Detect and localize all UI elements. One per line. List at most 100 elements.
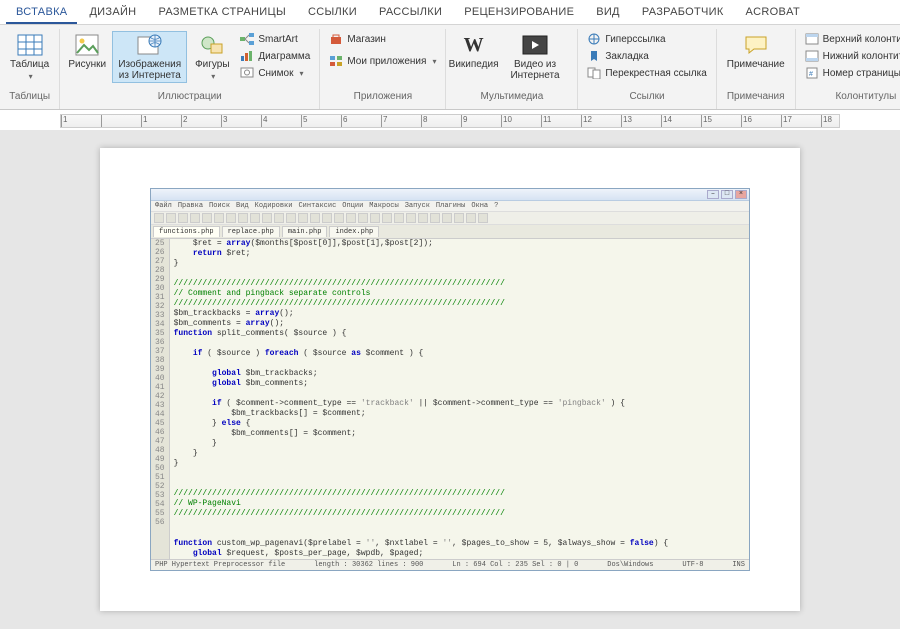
comment-button[interactable]: Примечание [723, 31, 789, 72]
video-label: Видео из Интернета [503, 59, 568, 81]
editor-code-area[interactable]: 2526272829303132333435363738394041424344… [151, 239, 749, 559]
online-picture-icon [136, 33, 164, 57]
editor-menu-item[interactable]: Файл [155, 202, 172, 210]
editor-tool-button[interactable] [154, 213, 164, 223]
editor-menu-item[interactable]: Вид [236, 202, 249, 210]
bookmark-label: Закладка [605, 51, 648, 62]
table-button[interactable]: Таблица ▾ [6, 31, 53, 83]
editor-tool-button[interactable] [202, 213, 212, 223]
editor-tool-button[interactable] [334, 213, 344, 223]
screenshot-button[interactable]: Снимок▾ [237, 65, 313, 81]
ribbon-tabs: ВСТАВКАДИЗАЙНРАЗМЕТКА СТРАНИЦЫССЫЛКИРАСС… [0, 0, 900, 25]
editor-toolbar[interactable] [151, 212, 749, 225]
editor-tool-button[interactable] [466, 213, 476, 223]
online-video-button[interactable]: Видео из Интернета [499, 31, 572, 83]
chart-label: Диаграмма [258, 51, 310, 62]
ribbon-tab[interactable]: ДИЗАЙН [79, 2, 146, 24]
wikipedia-button[interactable]: W Википедия [452, 31, 494, 72]
minimize-icon[interactable]: – [707, 190, 719, 199]
group-media: W Википедия Видео из Интернета Мультимед… [446, 29, 578, 109]
store-button[interactable]: Магазин [326, 31, 439, 47]
group-apps: Магазин Мои приложения▾ Приложения [320, 29, 446, 109]
crossref-button[interactable]: Перекрестная ссылка [584, 65, 709, 81]
editor-titlebar: – □ × [151, 189, 749, 201]
editor-menu-item[interactable]: ? [494, 202, 498, 210]
editor-file-tab[interactable]: functions.php [153, 226, 220, 237]
editor-tool-button[interactable] [190, 213, 200, 223]
maximize-icon[interactable]: □ [721, 190, 733, 199]
pictures-button[interactable]: Рисунки [66, 31, 108, 72]
footer-button[interactable]: Нижний колонтитул▾ [802, 48, 900, 64]
bookmark-button[interactable]: Закладка [584, 48, 709, 64]
editor-tool-button[interactable] [286, 213, 296, 223]
editor-tool-button[interactable] [358, 213, 368, 223]
editor-tool-button[interactable] [274, 213, 284, 223]
editor-menu-item[interactable]: Опции [342, 202, 363, 210]
header-button[interactable]: Верхний колонтитул▾ [802, 31, 900, 47]
close-icon[interactable]: × [735, 190, 747, 199]
editor-file-tab[interactable]: main.php [282, 226, 328, 237]
ribbon-tab[interactable]: РАЗРАБОТЧИК [632, 2, 734, 24]
editor-menubar[interactable]: Файл Правка Поиск Вид Кодировки Синтаксис Опци… [151, 201, 749, 212]
editor-tool-button[interactable] [262, 213, 272, 223]
ribbon-tab[interactable]: ССЫЛКИ [298, 2, 367, 24]
editor-tool-button[interactable] [406, 213, 416, 223]
group-comments: Примечание Примечания [717, 29, 796, 109]
editor-tool-button[interactable] [238, 213, 248, 223]
editor-tool-button[interactable] [394, 213, 404, 223]
editor-tool-button[interactable] [370, 213, 380, 223]
pagenum-button[interactable]: #Номер страницы▾ [802, 65, 900, 81]
crossref-label: Перекрестная ссылка [605, 68, 706, 79]
editor-menu-item[interactable]: Поиск [209, 202, 230, 210]
editor-tool-button[interactable] [382, 213, 392, 223]
myapps-button[interactable]: Мои приложения▾ [326, 53, 439, 69]
chart-button[interactable]: Диаграмма [237, 48, 313, 64]
editor-tool-button[interactable] [178, 213, 188, 223]
editor-menu-item[interactable]: Плагины [436, 202, 465, 210]
editor-file-tab[interactable]: replace.php [222, 226, 280, 237]
editor-menu-item[interactable]: Макросы [369, 202, 398, 210]
editor-menu-item[interactable]: Кодировки [255, 202, 293, 210]
ribbon-tab[interactable]: ВИД [586, 2, 630, 24]
ribbon-tab[interactable]: РАССЫЛКИ [369, 2, 452, 24]
document-page[interactable]: – □ × Файл Правка Поиск Вид Кодировки Синтакс… [100, 148, 800, 611]
shapes-icon [198, 33, 226, 57]
shapes-button[interactable]: Фигуры ▾ [191, 31, 233, 83]
editor-tool-button[interactable] [442, 213, 452, 223]
header-label: Верхний колонтитул [823, 34, 900, 45]
editor-tool-button[interactable] [454, 213, 464, 223]
chevron-down-icon: ▾ [211, 72, 215, 81]
group-label: Таблицы [9, 91, 50, 102]
apps-icon [329, 54, 343, 68]
editor-menu-item[interactable]: Окна [471, 202, 488, 210]
editor-file-tab[interactable]: index.php [329, 226, 379, 237]
editor-tool-button[interactable] [346, 213, 356, 223]
editor-tool-button[interactable] [418, 213, 428, 223]
ribbon-tab[interactable]: ACROBAT [736, 2, 810, 24]
pagenum-icon: # [805, 66, 819, 80]
editor-menu-item[interactable]: Запуск [405, 202, 430, 210]
editor-tool-button[interactable] [322, 213, 332, 223]
code-content[interactable]: $ret = array($months[$post[0]],$post[1],… [170, 239, 749, 559]
editor-tool-button[interactable] [298, 213, 308, 223]
ribbon-tab[interactable]: ВСТАВКА [6, 2, 77, 24]
smartart-button[interactable]: SmartArt [237, 31, 313, 47]
editor-file-tabs[interactable]: functions.phpreplace.phpmain.phpindex.ph… [151, 225, 749, 239]
horizontal-ruler[interactable]: 1123456789101112131415161718 [60, 114, 840, 128]
online-pictures-button[interactable]: Изображения из Интернета [112, 31, 187, 83]
editor-menu-item[interactable]: Синтаксис [298, 202, 336, 210]
editor-tool-button[interactable] [166, 213, 176, 223]
online-pictures-label: Изображения из Интернета [116, 59, 183, 81]
editor-tool-button[interactable] [226, 213, 236, 223]
editor-menu-item[interactable]: Правка [178, 202, 203, 210]
ribbon-tab[interactable]: РЕЦЕНЗИРОВАНИЕ [454, 2, 584, 24]
hyperlink-button[interactable]: Гиперссылка [584, 31, 709, 47]
editor-tool-button[interactable] [310, 213, 320, 223]
ribbon-tab[interactable]: РАЗМЕТКА СТРАНИЦЫ [148, 2, 296, 24]
editor-tool-button[interactable] [430, 213, 440, 223]
editor-tool-button[interactable] [250, 213, 260, 223]
svg-text:#: # [809, 71, 813, 78]
editor-tool-button[interactable] [214, 213, 224, 223]
editor-tool-button[interactable] [478, 213, 488, 223]
group-tables: Таблица ▾ Таблицы [0, 29, 60, 109]
